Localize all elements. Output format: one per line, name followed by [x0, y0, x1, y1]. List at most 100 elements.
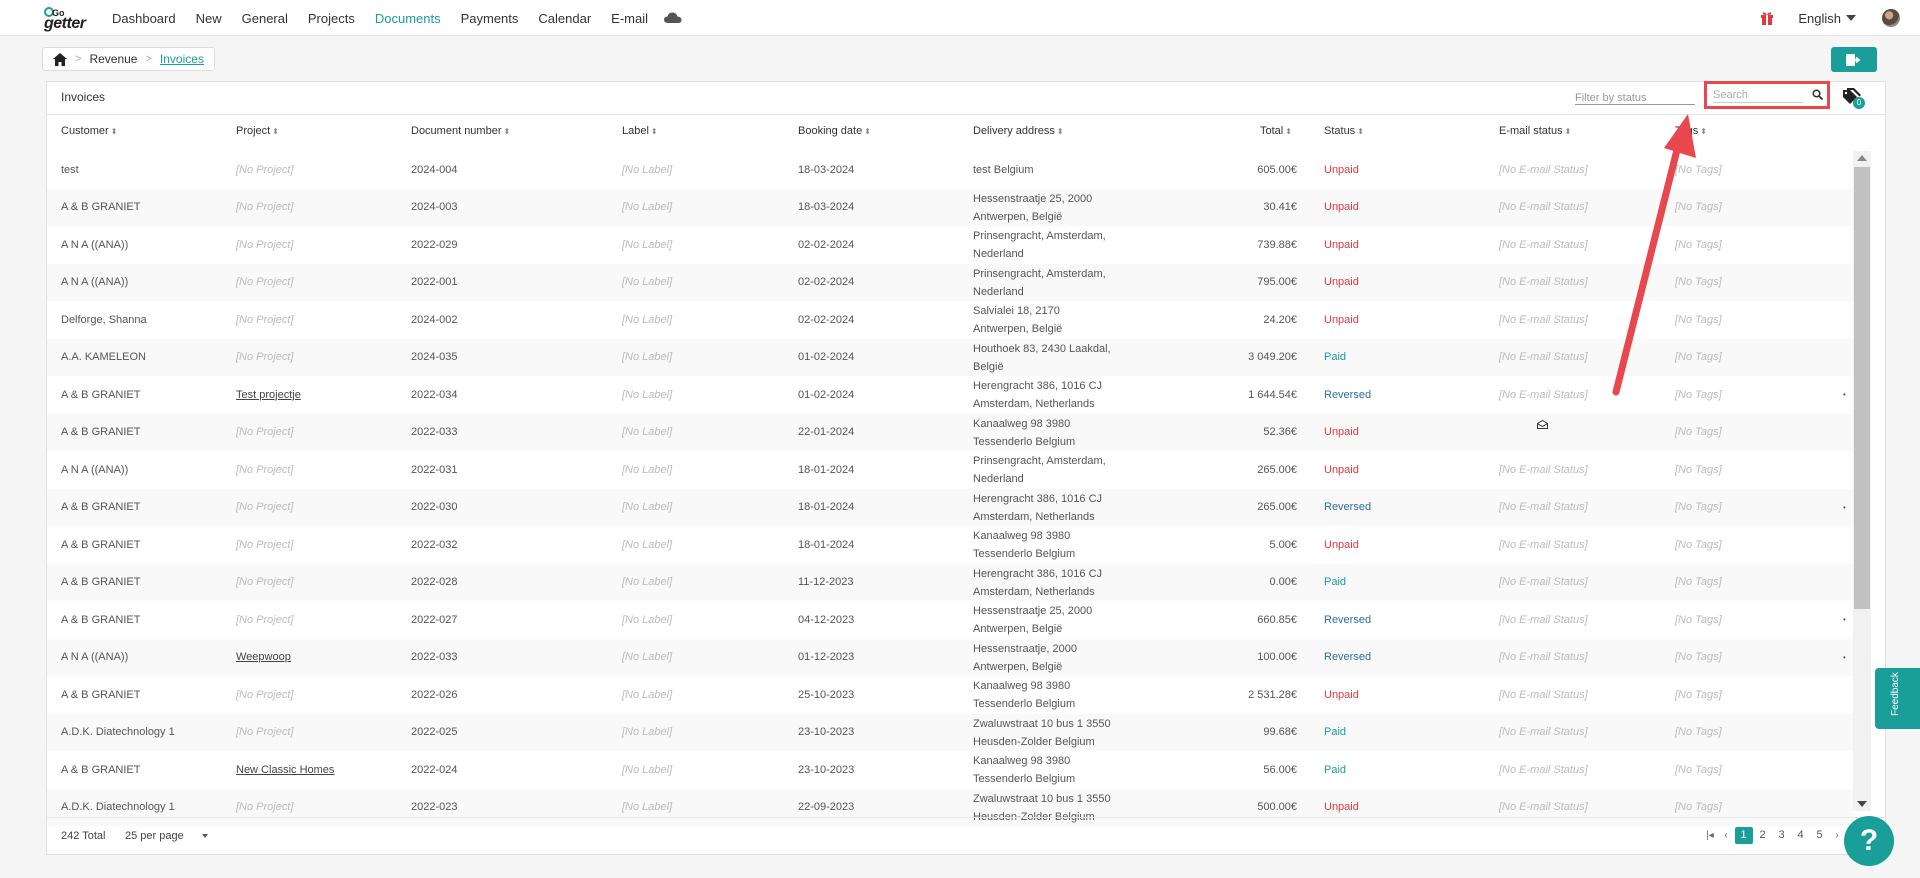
- prev-page-icon[interactable]: ‹: [1718, 830, 1734, 841]
- export-button[interactable]: [1831, 47, 1877, 72]
- row-actions-icon[interactable]: •: [1843, 390, 1846, 399]
- table-row[interactable]: A N A ((ANA)) [No Project] 2022-029 [No Lab…: [47, 226, 1853, 264]
- table-row[interactable]: A & B GRANIET [No Project] 2024-003 [No Lab…: [47, 188, 1853, 227]
- chevron-right-icon: >: [145, 53, 152, 65]
- table-row[interactable]: A N A ((ANA)) [No Project] 2022-031 [No Lab…: [47, 451, 1853, 489]
- cell-label: [No Label]: [622, 426, 673, 439]
- page-4[interactable]: 4: [1792, 827, 1810, 844]
- cell-project[interactable]: New Classic Homes: [236, 751, 334, 789]
- search-input[interactable]: [1713, 87, 1803, 103]
- column-header-email-status[interactable]: E-mail status ⬍: [1499, 125, 1571, 137]
- cell-tags: [No Tags]: [1675, 651, 1722, 664]
- nav-item-new[interactable]: New: [196, 11, 222, 26]
- nav-item-calendar[interactable]: Calendar: [538, 11, 591, 26]
- column-header-total[interactable]: Total ⬍: [1260, 125, 1292, 137]
- column-header-delivery-address[interactable]: Delivery address ⬍: [973, 125, 1064, 137]
- table-row[interactable]: A & B GRANIET [No Project] 2022-032 [No Lab…: [47, 526, 1853, 564]
- page-1[interactable]: 1: [1734, 827, 1753, 844]
- app-logo[interactable]: Go getter: [44, 6, 100, 32]
- cell-customer: A & B GRANIET: [61, 538, 141, 551]
- row-actions-icon[interactable]: •: [1843, 503, 1846, 512]
- status-badge: Unpaid: [1324, 313, 1359, 326]
- address-line-1: Prinsengracht, Amsterdam,: [973, 230, 1106, 242]
- first-page-icon[interactable]: |◂: [1702, 830, 1718, 841]
- feedback-tab[interactable]: Feedback: [1875, 668, 1920, 729]
- column-header-status[interactable]: Status ⬍: [1324, 125, 1364, 137]
- cell-email-status: [No E-mail Status]: [1499, 501, 1588, 514]
- cell-booking-date: 23-10-2023: [798, 726, 855, 739]
- scrollbar-thumb[interactable]: [1854, 167, 1870, 609]
- row-actions-icon[interactable]: •: [1843, 615, 1846, 624]
- table-row[interactable]: Delforge, Shanna [No Project] 2024-002 [No …: [47, 301, 1853, 339]
- gift-icon[interactable]: [1760, 11, 1774, 25]
- table-row[interactable]: A N A ((ANA)) Weepwoop 2022-033 [No Label] 0…: [47, 638, 1853, 677]
- next-page-icon[interactable]: ›: [1829, 830, 1845, 841]
- search-icon[interactable]: [1812, 89, 1823, 100]
- nav-item-email[interactable]: E-mail: [611, 11, 648, 26]
- cell-email-status: [No E-mail Status]: [1499, 351, 1588, 364]
- cell-document-number: 2024-035: [411, 351, 458, 364]
- pagination: |◂ ‹ 1 2 3 4 5 ›: [1702, 827, 1845, 844]
- table-row[interactable]: A & B GRANIET Test projectje 2022-034 [No L…: [47, 376, 1853, 414]
- row-actions-icon[interactable]: •: [1843, 653, 1846, 662]
- cell-total: 265.00€: [1257, 463, 1297, 476]
- cell-document-number: 2024-004: [411, 163, 458, 176]
- help-button[interactable]: ?: [1844, 816, 1894, 866]
- nav-item-payments[interactable]: Payments: [461, 11, 519, 26]
- table-row[interactable]: A & B GRANIET [No Project] 2022-030 [No Lab…: [47, 488, 1853, 526]
- cell-delivery-address: Hessenstraatje 25, 2000 Antwerpen, België: [973, 189, 1123, 227]
- nav-item-documents[interactable]: Documents: [375, 11, 441, 26]
- cell-booking-date: 04-12-2023: [798, 613, 855, 626]
- main-menu: Dashboard New General Projects Documents…: [112, 0, 682, 36]
- per-page-select[interactable]: 25 per page: [125, 830, 208, 842]
- page-5[interactable]: 5: [1811, 827, 1829, 844]
- nav-item-general[interactable]: General: [242, 11, 288, 26]
- column-header-document-number[interactable]: Document number ⬍: [411, 125, 510, 137]
- nav-item-projects[interactable]: Projects: [308, 11, 355, 26]
- table-row[interactable]: A.D.K. Diatechnology 1 [No Project] 2022-0…: [47, 713, 1853, 751]
- mail-open-icon[interactable]: [1537, 419, 1548, 429]
- column-header-booking-date[interactable]: Booking date ⬍: [798, 125, 871, 137]
- user-avatar[interactable]: [1882, 9, 1900, 27]
- table-row[interactable]: A & B GRANIET [No Project] 2022-027 [No Lab…: [47, 601, 1853, 639]
- cell-project: [No Project]: [236, 576, 294, 589]
- cell-label: [No Label]: [622, 276, 673, 289]
- table-row[interactable]: test [No Project] 2024-004 [No Label] 18-03-…: [47, 151, 1853, 189]
- filter-status-input[interactable]: Filter by status: [1575, 87, 1695, 105]
- column-header-customer[interactable]: Customer ⬍: [61, 125, 117, 137]
- cell-delivery-address: Kanaalweg 98 3980 Tessenderlo Belgium: [973, 414, 1123, 452]
- table-row[interactable]: A N A ((ANA)) [No Project] 2022-001 [No Lab…: [47, 263, 1853, 301]
- nav-item-dashboard[interactable]: Dashboard: [112, 11, 176, 26]
- breadcrumb-invoices[interactable]: Invoices: [160, 52, 204, 66]
- cell-booking-date: 22-01-2024: [798, 426, 855, 439]
- sort-icon: ⬍: [503, 127, 511, 136]
- cell-project[interactable]: Weepwoop: [236, 639, 291, 677]
- breadcrumb-revenue[interactable]: Revenue: [89, 52, 137, 66]
- page-2[interactable]: 2: [1754, 827, 1772, 844]
- cell-customer: A & B GRANIET: [61, 426, 141, 439]
- scroll-up-icon[interactable]: [1857, 155, 1867, 161]
- table-row[interactable]: A & B GRANIET [No Project] 2022-026 [No Lab…: [47, 676, 1853, 714]
- cell-document-number: 2022-034: [411, 388, 458, 401]
- cloud-icon[interactable]: [664, 12, 682, 24]
- cell-booking-date: 02-02-2024: [798, 238, 855, 251]
- table-row[interactable]: A & B GRANIET [No Project] 2022-033 [No Lab…: [47, 413, 1853, 452]
- table-scrollbar[interactable]: [1853, 151, 1871, 811]
- address-line-2: Antwerpen, België: [973, 623, 1063, 635]
- home-icon[interactable]: [53, 52, 67, 66]
- column-header-tags[interactable]: Tags ⬍: [1675, 125, 1707, 137]
- table-row[interactable]: A.A. KAMELEON [No Project] 2024-035 [No Lab…: [47, 338, 1853, 376]
- scroll-down-icon[interactable]: [1857, 801, 1867, 807]
- table-row[interactable]: A & B GRANIET [No Project] 2022-028 [No Lab…: [47, 563, 1853, 601]
- cell-project[interactable]: Test projectje: [236, 376, 301, 414]
- column-header-label[interactable]: Label ⬍: [622, 125, 658, 137]
- address-line-1: Salvialei 18, 2170: [973, 305, 1060, 317]
- page-3[interactable]: 3: [1773, 827, 1791, 844]
- cell-total: 99.68€: [1263, 726, 1297, 739]
- column-header-project[interactable]: Project ⬍: [236, 125, 279, 137]
- cell-booking-date: 18-01-2024: [798, 538, 855, 551]
- cell-label: [No Label]: [622, 651, 673, 664]
- table-row[interactable]: A & B GRANIET New Classic Homes 2022-024 [N…: [47, 751, 1853, 789]
- cell-email-status: [No E-mail Status]: [1499, 538, 1588, 551]
- language-selector[interactable]: English: [1798, 11, 1856, 26]
